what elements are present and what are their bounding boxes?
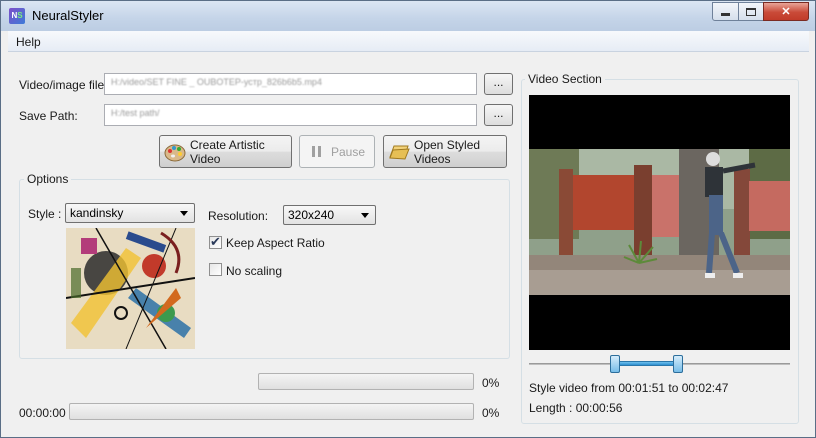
video-file-input[interactable]: H:/video/SET FINE _ OUBOTEP-устр_826b6b5… <box>104 73 477 95</box>
browse-save-button[interactable]: ... <box>484 104 513 126</box>
window-title: NeuralStyler <box>32 8 104 23</box>
chevron-down-icon <box>180 211 188 216</box>
resolution-label: Resolution: <box>208 209 269 223</box>
style-progress-percent: 0% <box>482 376 500 390</box>
keep-aspect-checkbox[interactable]: ✔ <box>209 234 222 249</box>
no-scaling-label: No scaling <box>226 264 283 278</box>
close-icon: ✕ <box>781 6 791 18</box>
video-progress-bar <box>69 403 474 420</box>
video-section-title: Video Section <box>525 72 605 86</box>
palette-icon <box>164 141 186 163</box>
app-icon: NS <box>9 8 25 24</box>
maximize-button[interactable] <box>738 2 764 21</box>
minimize-icon <box>721 13 730 16</box>
video-progress-percent: 0% <box>482 406 500 420</box>
resolution-select-value: 320x240 <box>288 208 335 222</box>
pause-button-label: Pause <box>331 144 366 159</box>
create-button-label: Create Artistic Video <box>190 137 265 166</box>
checkmark-icon: ✔ <box>210 234 221 249</box>
window-controls: ✕ <box>712 2 809 21</box>
open-button-label: Open Styled Videos <box>414 137 481 166</box>
style-select-value: kandinsky <box>70 206 124 220</box>
browse-video-button[interactable]: ... <box>484 73 513 95</box>
menu-bar: Help <box>8 31 809 52</box>
menu-item-help[interactable]: Help <box>16 35 41 49</box>
length-text: Length : 00:00:56 <box>529 401 623 415</box>
style-select[interactable]: kandinsky <box>65 203 195 223</box>
range-slider-selection <box>615 361 678 366</box>
save-path-label: Save Path: <box>19 109 78 123</box>
open-styled-videos-button[interactable]: Open Styled Videos <box>383 135 507 168</box>
keep-aspect-label: Keep Aspect Ratio <box>226 236 325 250</box>
maximize-icon <box>746 7 756 16</box>
style-progress-bar <box>258 373 474 390</box>
main-panel: Video/image file: H:/video/SET FINE _ OU… <box>8 52 809 432</box>
style-preview-image <box>66 228 195 349</box>
video-file-value: H:/video/SET FINE _ OUBOTEP-устр_826b6b5… <box>111 77 322 87</box>
app-window: NS NeuralStyler ✕ Help Video/image file:… <box>0 0 816 438</box>
style-label: Style : <box>28 207 62 221</box>
save-path-value: H:/test path/ <box>111 108 160 118</box>
chevron-down-icon <box>361 213 369 218</box>
options-group-title: Options <box>24 172 72 186</box>
pause-button[interactable]: Pause <box>299 135 375 168</box>
create-artistic-video-button[interactable]: Create Artistic Video <box>159 135 292 168</box>
range-end-handle[interactable] <box>672 355 683 373</box>
save-path-input[interactable]: H:/test path/ <box>104 104 477 126</box>
close-button[interactable]: ✕ <box>763 2 809 21</box>
title-bar[interactable]: NS NeuralStyler ✕ <box>1 1 815 31</box>
no-scaling-checkbox[interactable] <box>209 263 222 276</box>
folder-icon <box>388 141 410 163</box>
video-file-label: Video/image file: <box>19 78 108 92</box>
style-range-text: Style video from 00:01:51 to 00:02:47 <box>529 381 729 395</box>
video-preview <box>529 95 790 350</box>
video-time-label: 00:00:00 <box>19 406 66 420</box>
pause-icon <box>312 146 321 157</box>
resolution-select[interactable]: 320x240 <box>283 205 376 225</box>
range-start-handle[interactable] <box>610 355 621 373</box>
minimize-button[interactable] <box>712 2 739 21</box>
